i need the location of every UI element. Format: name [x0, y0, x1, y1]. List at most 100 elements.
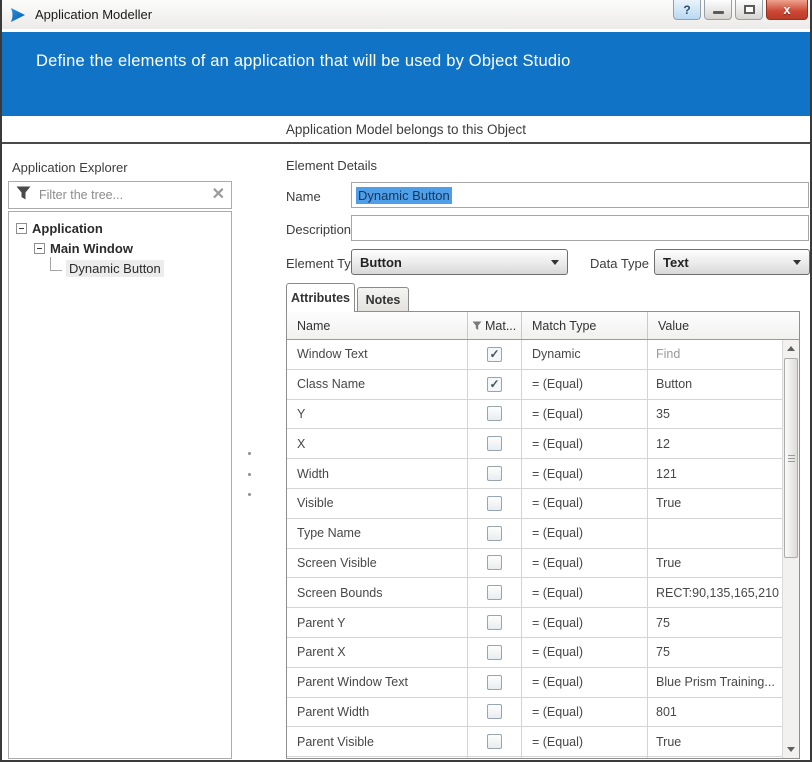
- window-title: Application Modeller: [35, 7, 152, 22]
- minimize-button[interactable]: [704, 0, 732, 20]
- match-checkbox-unchecked[interactable]: [487, 555, 502, 570]
- attribute-name: Parent Window Text: [287, 668, 468, 697]
- match-checkbox-unchecked[interactable]: [487, 675, 502, 690]
- attribute-match-type: = (Equal): [522, 668, 648, 697]
- maximize-icon: [744, 5, 755, 14]
- attribute-match-cell: [468, 549, 522, 578]
- tree-node-application[interactable]: Application: [9, 218, 231, 238]
- attribute-name: Y: [287, 400, 468, 429]
- tab-notes-label: Notes: [366, 293, 401, 307]
- match-checkbox-checked[interactable]: ✓: [487, 377, 502, 392]
- attribute-name: Width: [287, 459, 468, 488]
- tree-node-main-window[interactable]: Main Window: [9, 238, 231, 258]
- help-button[interactable]: ?: [673, 0, 701, 20]
- filter-clear-icon[interactable]: ✕: [212, 187, 225, 203]
- attribute-name: X: [287, 429, 468, 458]
- match-checkbox-unchecked[interactable]: [487, 526, 502, 541]
- attribute-row[interactable]: Parent Y= (Equal)75: [287, 608, 782, 638]
- attribute-value: 75: [648, 638, 782, 667]
- match-checkbox-unchecked[interactable]: [487, 704, 502, 719]
- attribute-row[interactable]: Window Text✓DynamicFind: [287, 340, 782, 370]
- attribute-row[interactable]: Visible = (Equal)True: [287, 489, 782, 519]
- match-checkbox-unchecked[interactable]: [487, 466, 502, 481]
- close-button[interactable]: x: [766, 0, 808, 20]
- attribute-name: Screen Visible: [287, 549, 468, 578]
- attribute-name: Parent Visible: [287, 727, 468, 756]
- attribute-match-type: = (Equal): [522, 459, 648, 488]
- attribute-row[interactable]: Parent X= (Equal)75: [287, 638, 782, 668]
- attribute-match-cell: [468, 429, 522, 458]
- attribute-row[interactable]: Parent Window Text= (Equal)Blue Prism Tr…: [287, 668, 782, 698]
- scrollbar-thumb[interactable]: [784, 358, 798, 558]
- attribute-row[interactable]: Screen Bounds= (Equal)RECT:90,135,165,21…: [287, 578, 782, 608]
- table-scrollbar[interactable]: [782, 340, 799, 758]
- match-checkbox-unchecked[interactable]: [487, 406, 502, 421]
- name-value-selected: Dynamic Button: [356, 187, 452, 204]
- attribute-match-type: = (Equal): [522, 698, 648, 727]
- banner-text: Define the elements of an application th…: [2, 32, 810, 71]
- panel-splitter[interactable]: [245, 452, 253, 496]
- attribute-match-cell: [468, 727, 522, 756]
- match-checkbox-unchecked[interactable]: [487, 436, 502, 451]
- attribute-row[interactable]: Class Name✓= (Equal)Button: [287, 370, 782, 400]
- attribute-match-type: = (Equal): [522, 429, 648, 458]
- match-checkbox-checked[interactable]: ✓: [487, 347, 502, 362]
- chevron-down-icon: [793, 260, 801, 265]
- attribute-match-type: = (Equal): [522, 489, 648, 518]
- attributes-table: Name Mat... Match Type Value Window Text…: [286, 311, 800, 759]
- element-type-value: Button: [360, 255, 402, 270]
- attribute-row-partial: [287, 757, 782, 759]
- attribute-value: Find: [648, 340, 782, 369]
- scroll-up-button[interactable]: [783, 341, 799, 356]
- attribute-match-cell: [468, 400, 522, 429]
- scroll-down-button[interactable]: [783, 742, 799, 757]
- attribute-match-type: = (Equal): [522, 400, 648, 429]
- match-checkbox-unchecked[interactable]: [487, 645, 502, 660]
- tab-notes[interactable]: Notes: [357, 287, 409, 312]
- tree-node-label: Dynamic Button: [66, 260, 164, 277]
- column-header-name[interactable]: Name: [287, 312, 468, 339]
- tree-filter-box: ✕: [8, 181, 232, 209]
- attribute-row[interactable]: Width= (Equal)121: [287, 459, 782, 489]
- data-type-value: Text: [663, 255, 689, 270]
- attribute-name: Parent Width: [287, 698, 468, 727]
- maximize-button[interactable]: [735, 0, 763, 20]
- column-header-value[interactable]: Value: [648, 312, 799, 339]
- tab-attributes[interactable]: Attributes: [286, 283, 355, 312]
- attribute-row[interactable]: Parent Width= (Equal)801: [287, 698, 782, 728]
- attribute-value: True: [648, 727, 782, 756]
- attribute-name: Parent Y: [287, 608, 468, 637]
- data-type-label: Data Type: [590, 256, 649, 271]
- attribute-value: True: [648, 489, 782, 518]
- match-checkbox-unchecked[interactable]: [487, 585, 502, 600]
- tree-filter-input[interactable]: [37, 187, 206, 203]
- column-header-match[interactable]: Mat...: [468, 312, 522, 339]
- name-input[interactable]: Dynamic Button: [351, 182, 809, 208]
- match-checkbox-unchecked[interactable]: [487, 496, 502, 511]
- attribute-row[interactable]: Screen Visible= (Equal)True: [287, 549, 782, 579]
- name-label: Name: [286, 189, 321, 204]
- element-type-select[interactable]: Button: [351, 249, 568, 275]
- attribute-row[interactable]: Type Name= (Equal): [287, 519, 782, 549]
- attribute-match-type: = (Equal): [522, 638, 648, 667]
- subheader: Application Model belongs to this Object: [2, 116, 810, 144]
- column-header-match-type[interactable]: Match Type: [522, 312, 648, 339]
- tree-connector-line: [50, 257, 62, 271]
- match-checkbox-unchecked[interactable]: [487, 615, 502, 630]
- attribute-row[interactable]: Parent Visible= (Equal)True: [287, 727, 782, 757]
- match-checkbox-unchecked[interactable]: [487, 734, 502, 749]
- tree-collapse-icon[interactable]: [34, 243, 45, 254]
- tree-node-label: Application: [32, 221, 103, 236]
- attribute-row[interactable]: Y= (Equal)35: [287, 400, 782, 430]
- arrow-up-icon: [787, 346, 795, 351]
- attribute-name: Visible: [287, 489, 468, 518]
- description-input[interactable]: [351, 215, 809, 241]
- attribute-match-type: = (Equal): [522, 578, 648, 607]
- attribute-match-type: = (Equal): [522, 608, 648, 637]
- data-type-select[interactable]: Text: [654, 249, 810, 275]
- filter-funnel-icon: [16, 186, 31, 205]
- tree-node-dynamic-button[interactable]: Dynamic Button: [9, 258, 231, 278]
- attributes-table-body: Window Text✓DynamicFindClass Name✓= (Equ…: [287, 340, 782, 758]
- attribute-row[interactable]: X= (Equal)12: [287, 429, 782, 459]
- tree-collapse-icon[interactable]: [16, 223, 27, 234]
